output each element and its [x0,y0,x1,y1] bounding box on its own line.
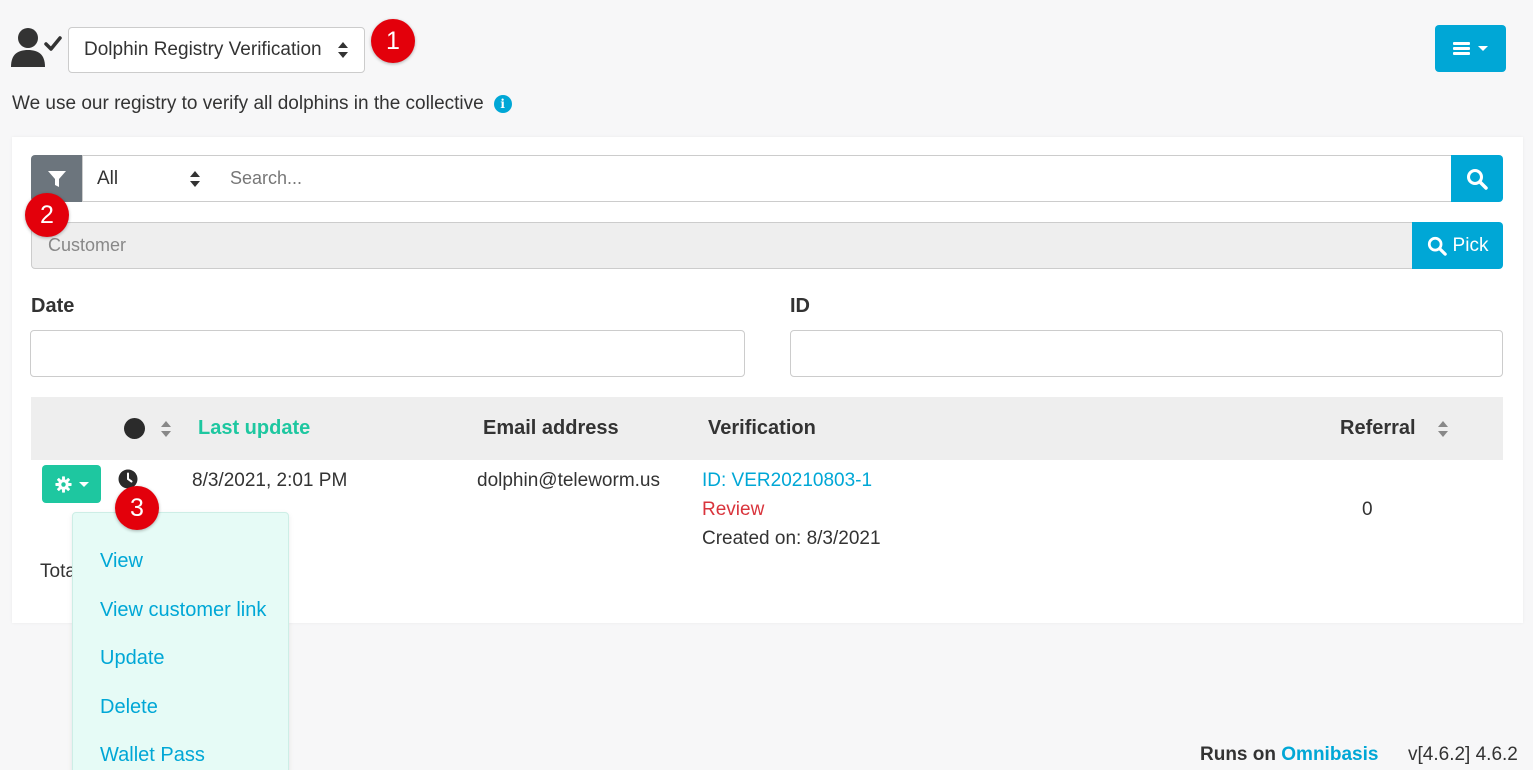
email-cell: dolphin@teleworm.us [477,470,660,491]
menu-item-update[interactable]: Update [100,647,165,670]
date-field[interactable] [30,330,745,377]
hamburger-icon [1453,42,1470,55]
annotation-marker-1: 1 [371,19,415,63]
menu-item-wallet-pass[interactable]: Wallet Pass [100,744,205,767]
description-text: We use our registry to verify all dolphi… [12,93,484,114]
module-select[interactable]: Dolphin Registry Verification [68,27,365,73]
menu-item-view[interactable]: View [100,550,143,573]
verification-column-header: Verification [708,417,816,439]
row-actions-dropdown: View View customer link Update Delete Wa… [72,512,289,770]
filter-type-value: All [97,167,119,189]
main-menu-button[interactable] [1435,25,1506,72]
last-update-cell: 8/3/2021, 2:01 PM [192,470,348,491]
verification-id-link[interactable]: ID: VER20210803-1 [702,470,872,492]
pick-customer-button[interactable]: Pick [1412,222,1503,269]
user-check-icon [11,28,62,67]
verification-status: Review [702,499,765,520]
sort-icon [1437,420,1449,437]
brand-link[interactable]: Omnibasis [1281,744,1378,765]
chevron-down-icon [1478,46,1488,51]
customer-field[interactable]: Customer [31,222,1413,269]
search-button[interactable] [1451,155,1503,202]
footer-runs-on: Runs on Omnibasis [1200,744,1378,766]
referral-cell: 0 [1362,499,1373,520]
filter-icon [48,170,66,187]
menu-item-view-customer-link[interactable]: View customer link [100,599,266,622]
annotation-marker-2: 2 [25,193,69,237]
email-column-header: Email address [483,417,619,439]
page-description: We use our registry to verify all dolphi… [12,93,512,115]
search-input[interactable] [215,155,1452,202]
module-select-value: Dolphin Registry Verification [84,39,322,60]
select-caret-icon [190,170,201,187]
select-caret-icon [338,42,349,58]
table-total-text: Tota [40,561,76,582]
footer-version: v[4.6.2] 4.6.2 [1408,744,1518,765]
last-update-column-header[interactable]: Last update [198,397,310,460]
verification-created: Created on: 8/3/2021 [702,528,881,549]
table-header: Last update Email address Verification R… [31,397,1503,460]
search-icon [1467,168,1488,190]
sort-icon [161,420,172,437]
date-label: Date [31,295,75,317]
row-actions-button[interactable] [42,465,101,503]
id-field[interactable] [790,330,1503,377]
chevron-down-icon [78,481,89,487]
runs-on-text: Runs on [1200,744,1276,765]
id-label: ID [790,295,810,317]
filter-type-select[interactable]: All [82,155,216,202]
gear-icon [54,475,72,493]
annotation-marker-3: 3 [115,486,159,530]
search-icon [1427,236,1447,256]
menu-item-delete[interactable]: Delete [100,696,158,719]
status-column-header[interactable] [124,397,172,460]
customer-placeholder: Customer [48,235,127,255]
pick-label: Pick [1452,234,1489,256]
status-dot-icon [124,418,145,439]
referral-column-header[interactable]: Referral [1340,397,1449,460]
info-icon[interactable]: i [493,95,512,113]
referral-header-label: Referral [1340,417,1416,439]
